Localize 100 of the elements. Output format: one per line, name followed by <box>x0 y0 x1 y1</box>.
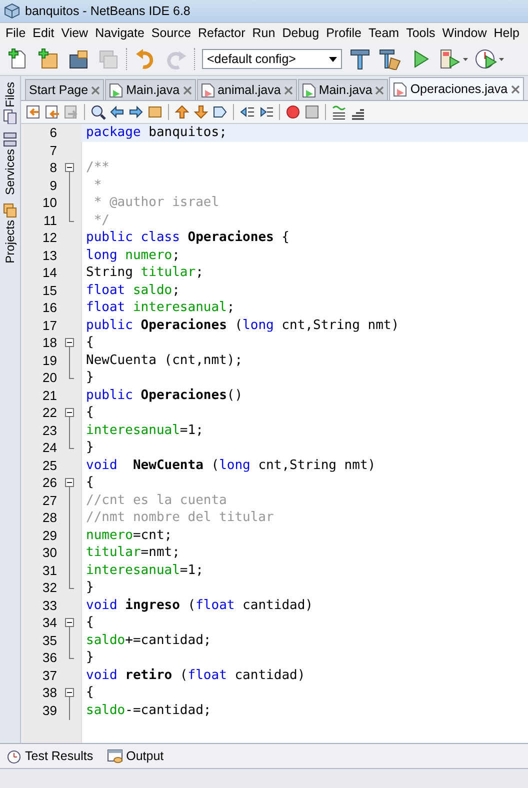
close-icon[interactable] <box>91 86 100 94</box>
line-number: 26 <box>42 474 58 492</box>
line-number: 22 <box>42 404 58 422</box>
menu-item[interactable]: Source <box>148 26 195 40</box>
dropdown-arrow-icon <box>329 56 337 62</box>
code-line: //nmt nombre del titular <box>85 509 275 526</box>
search-icon[interactable] <box>90 104 106 120</box>
code-line: /** <box>85 159 110 176</box>
clock-icon <box>475 48 497 70</box>
code-line: */ <box>92 212 110 229</box>
code-line: saldo-=cantidad; <box>85 702 212 719</box>
line-number: 11 <box>42 212 58 229</box>
code-editor[interactable] <box>21 124 528 743</box>
menu-item[interactable]: Team <box>365 26 403 40</box>
line-number: 23 <box>42 422 58 439</box>
history-forward-icon[interactable] <box>63 104 79 120</box>
bottom-tab[interactable]: Test Results <box>6 748 94 764</box>
code-line: String titular; <box>85 264 204 282</box>
menu-item[interactable]: View <box>58 26 92 40</box>
new-project-button[interactable] <box>36 47 60 71</box>
wavy-lines-icon[interactable] <box>331 104 347 120</box>
clean-build-icon <box>379 48 401 70</box>
menu-item[interactable]: Edit <box>29 26 58 40</box>
previous-bookmark-icon[interactable] <box>174 104 190 120</box>
stop-icon[interactable] <box>304 104 320 120</box>
line-number: 25 <box>42 456 58 474</box>
build-button[interactable] <box>348 47 372 71</box>
caret-icon[interactable] <box>463 58 468 60</box>
code-line: NewCuenta (cnt,nmt); <box>85 352 244 369</box>
code-line: { <box>85 684 95 702</box>
cube-icon <box>4 3 20 19</box>
menu-item[interactable]: Refactor <box>194 26 249 40</box>
code-line: numero=cnt; <box>85 526 174 544</box>
toggle-bookmark-icon[interactable] <box>212 104 228 120</box>
menu-item[interactable]: Help <box>490 26 523 40</box>
fold-end-line <box>69 369 74 379</box>
file-tab[interactable]: Main.java <box>298 79 388 100</box>
clock-button[interactable] <box>474 47 498 71</box>
code-line: titular=nmt; <box>85 544 181 562</box>
fold-end-line <box>69 439 74 449</box>
close-icon[interactable] <box>182 86 192 94</box>
find-next-icon[interactable] <box>128 104 144 120</box>
debug-button[interactable] <box>438 47 462 71</box>
close-icon[interactable] <box>284 86 293 94</box>
build-icon <box>349 48 371 70</box>
code-line: * <box>92 176 103 194</box>
file-tab[interactable]: Main.java <box>105 79 196 100</box>
side-tab[interactable]: Files <box>3 82 17 124</box>
menu-item[interactable]: Window <box>438 26 490 40</box>
config-dropdown[interactable]: <default config> <box>202 49 342 69</box>
menu-item[interactable]: Run <box>248 26 279 40</box>
file-tab[interactable]: animal.java <box>196 79 297 100</box>
next-bookmark-icon[interactable] <box>193 104 209 120</box>
code-line: { <box>85 334 95 352</box>
bottom-tab[interactable]: Output <box>107 748 164 764</box>
file-tab[interactable]: Operaciones.java <box>389 77 524 100</box>
line-number: 28 <box>42 509 58 526</box>
clean-build-button[interactable] <box>378 47 402 71</box>
shift-left-icon[interactable] <box>239 104 255 120</box>
highlight-icon[interactable] <box>147 104 163 120</box>
line-number: 12 <box>42 229 58 246</box>
code-line: public Operaciones (long cnt,String nmt) <box>85 316 400 334</box>
line-number: 16 <box>42 299 58 316</box>
close-icon[interactable] <box>375 86 384 94</box>
menu-item[interactable]: File <box>2 26 30 40</box>
menu-item[interactable]: Navigate <box>92 26 148 40</box>
close-icon[interactable] <box>510 84 520 94</box>
line-number: 24 <box>42 439 58 456</box>
java-file-icon <box>393 82 408 96</box>
menu-item[interactable]: Tools <box>402 26 439 40</box>
line-number: 17 <box>42 316 58 334</box>
java-file-icon <box>109 82 124 98</box>
shift-right-icon[interactable] <box>258 104 274 120</box>
code-line: float saldo; <box>85 282 181 299</box>
line-number: 15 <box>42 282 58 299</box>
redo-icon <box>165 48 187 70</box>
line-number: 34 <box>42 614 58 632</box>
history-back-icon[interactable] <box>44 104 60 120</box>
line-number: 20 <box>42 369 58 386</box>
menu-item[interactable]: Profile <box>322 26 365 40</box>
fold-end-line <box>69 649 74 659</box>
caret-icon[interactable] <box>499 58 504 60</box>
find-previous-icon[interactable] <box>109 104 125 120</box>
save-all-icon <box>97 48 119 70</box>
java-file-icon <box>302 82 316 98</box>
file-tab[interactable]: Start Page <box>25 79 104 100</box>
code-line: } <box>85 649 95 666</box>
code-line: void NewCuenta (long cnt,String nmt) <box>85 456 377 474</box>
code-line: { <box>85 474 95 492</box>
code-line: saldo+=cantidad; <box>85 632 212 649</box>
code-line: } <box>85 579 95 596</box>
open-folder-icon <box>67 48 89 70</box>
menu-item[interactable]: Debug <box>278 26 323 40</box>
line-number: 7 <box>48 142 58 159</box>
back-icon[interactable] <box>25 104 41 120</box>
side-tab[interactable]: Projects <box>3 203 17 264</box>
record-icon[interactable] <box>285 104 301 120</box>
line-number: 13 <box>42 246 58 264</box>
line-number: 9 <box>48 176 58 194</box>
side-tab[interactable]: Services <box>3 132 17 196</box>
